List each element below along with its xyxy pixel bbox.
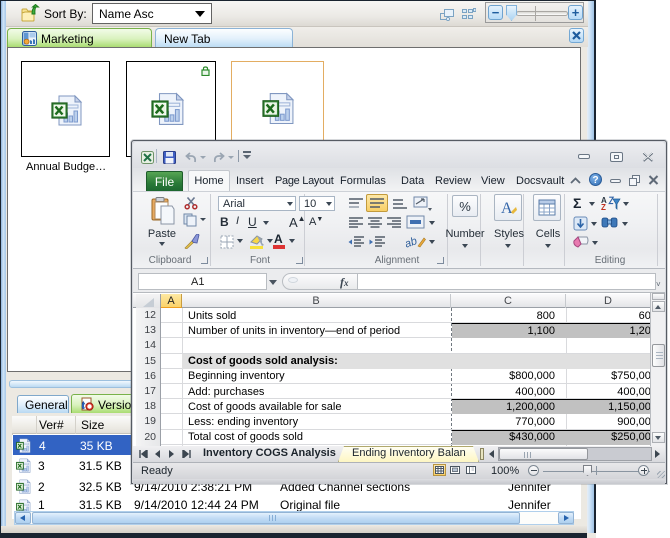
svg-text:Z: Z bbox=[601, 203, 606, 210]
svg-text:A: A bbox=[501, 200, 513, 217]
svg-text:ab: ab bbox=[406, 235, 419, 250]
